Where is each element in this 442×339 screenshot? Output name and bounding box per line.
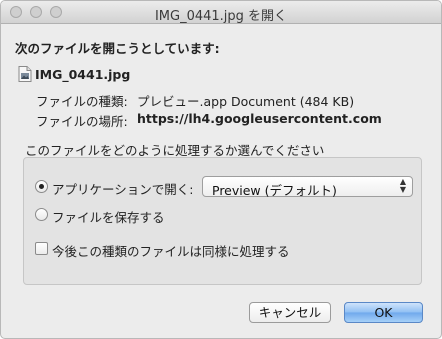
open-file-dialog: IMG_0441.jpg を開く 次のファイルを開こうとしています: IMG_0… bbox=[0, 0, 442, 339]
file-location-label: ファイルの場所: bbox=[36, 114, 128, 129]
ok-button[interactable]: OK bbox=[344, 302, 423, 323]
dialog-heading: 次のファイルを開こうとしています: bbox=[15, 41, 220, 56]
updown-arrows-icon: ▲ ▼ bbox=[399, 177, 406, 194]
image-file-icon bbox=[18, 66, 32, 82]
save-file-label: ファイルを保存する bbox=[52, 210, 165, 225]
radio-selected-dot bbox=[39, 184, 44, 189]
open-with-label: アプリケーションで開く: bbox=[52, 182, 194, 197]
window-title: IMG_0441.jpg を開く bbox=[154, 9, 288, 24]
application-select-value: Preview (デフォルト) bbox=[212, 183, 337, 198]
file-location-value: https://lh4.googleusercontent.com bbox=[137, 111, 382, 126]
file-type-label: ファイルの種類: bbox=[36, 94, 128, 109]
remember-choice-label: 今後この種類のファイルは同様に処理する bbox=[52, 244, 290, 259]
open-with-radio[interactable] bbox=[35, 180, 48, 193]
application-select[interactable]: Preview (デフォルト) ▲ ▼ bbox=[202, 176, 413, 198]
cancel-button[interactable]: キャンセル bbox=[249, 302, 331, 323]
file-name: IMG_0441.jpg bbox=[35, 67, 131, 82]
title-bar: IMG_0441.jpg を開く bbox=[1, 1, 441, 24]
save-file-radio[interactable] bbox=[35, 208, 48, 221]
remember-choice-checkbox[interactable] bbox=[35, 242, 48, 255]
file-type-value: プレビュー.app Document (484 KB) bbox=[137, 94, 355, 109]
